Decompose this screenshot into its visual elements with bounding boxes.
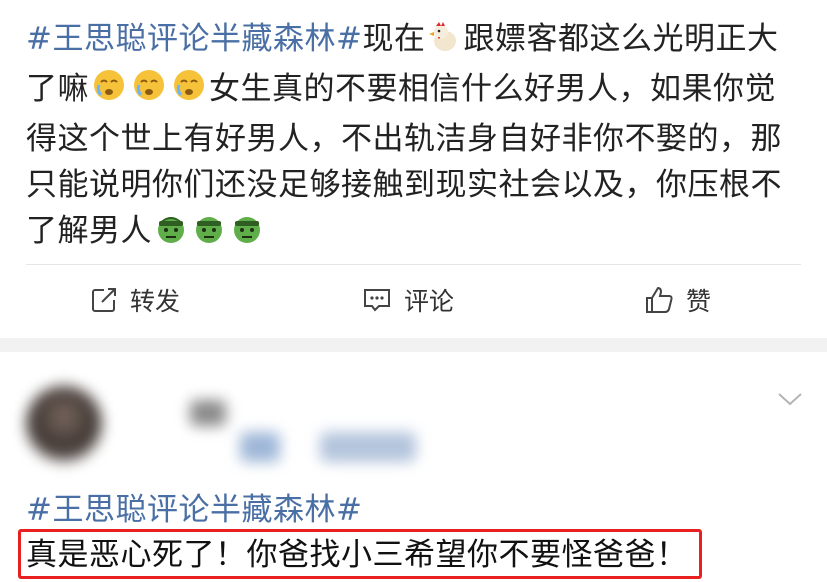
crying-face-emoji-icon [171, 67, 207, 116]
green-face-emoji-icon [154, 211, 188, 258]
green-face-emoji-icon [192, 211, 226, 258]
like-label: 赞 [686, 287, 712, 316]
comment-button[interactable]: 评论 [362, 265, 454, 335]
username-blur [190, 400, 226, 426]
meta-blur [320, 432, 416, 462]
comment-label: 评论 [404, 287, 455, 316]
blurred-user-header [0, 352, 470, 482]
post-hashtag-link[interactable]: #王思聪评论半藏森林# [26, 21, 362, 57]
repost-label: 转发 [130, 287, 181, 316]
comment-body: 真是恶心死了！你爸找小三希望你不要怪爸爸！ [26, 537, 688, 573]
post-text-segment-1: 现在 [362, 21, 426, 57]
repost-button[interactable]: 转发 [90, 265, 180, 335]
chicken-emoji-icon [427, 19, 461, 66]
comment-icon [364, 289, 390, 312]
green-face-emoji-icon [230, 211, 264, 258]
comment-hashtag-line: #王思聪评论半藏森林# [26, 490, 362, 530]
post-action-bar: 转发 评论 赞 [0, 265, 827, 337]
repost-icon [92, 288, 116, 312]
badge-blur [240, 432, 280, 462]
crying-face-emoji-icon [91, 67, 127, 116]
section-separator [0, 338, 827, 352]
post-content: #王思聪评论半藏森林#现在 跟嫖客都这么光明正大了嘛 女生真的不要相信什么好男人，如… [26, 16, 806, 258]
crying-face-emoji-icon [131, 67, 167, 116]
chevron-down-icon[interactable] [776, 390, 804, 408]
thumbs-up-icon [646, 286, 673, 313]
avatar[interactable] [26, 386, 102, 462]
like-button[interactable]: 赞 [644, 265, 711, 335]
weibo-post: #王思聪评论半藏森林#现在 跟嫖客都这么光明正大了嘛 女生真的不要相信什么好男人，如… [0, 0, 827, 340]
comment-hashtag-link[interactable]: #王思聪评论半藏森林# [26, 492, 362, 528]
comment-card: #王思聪评论半藏森林# 真是恶心死了！你爸找小三希望你不要怪爸爸！ [0, 352, 827, 582]
